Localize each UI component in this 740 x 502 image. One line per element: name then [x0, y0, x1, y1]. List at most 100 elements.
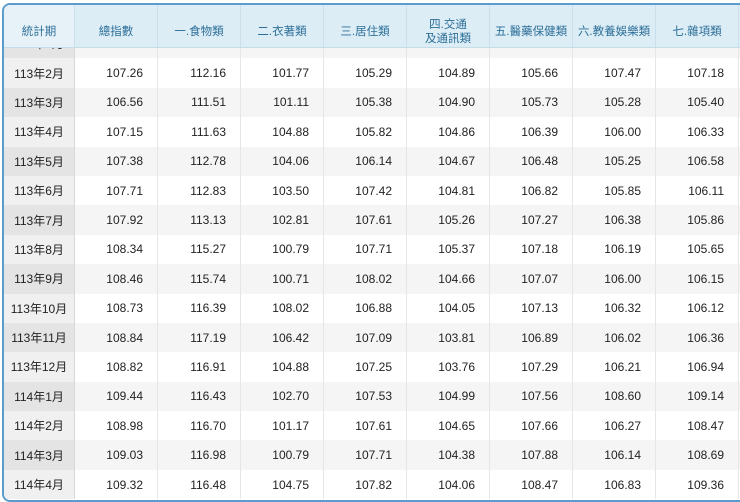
value-cell: 106.33 — [656, 117, 739, 147]
value-cell: 113.13 — [158, 205, 241, 235]
value-cell: 104.89 — [407, 58, 490, 88]
value-cell: 105.37 — [407, 234, 490, 265]
value-cell: 111.63 — [158, 117, 241, 147]
value-cell: 108.02 — [324, 264, 407, 294]
value-cell: 107.71 — [75, 175, 158, 206]
value-cell: 107.88 — [490, 440, 573, 470]
value-cell: 105.66 — [490, 58, 573, 88]
period-cell: 113年4月 — [4, 117, 75, 147]
column-header[interactable]: 一.食物類 — [158, 5, 241, 47]
table-row: 113年4月 107.15 111.63 104.88 105.82 104.86 106.… — [4, 117, 740, 147]
value-cell: 104.86 — [407, 117, 490, 147]
value-cell: 101.11 — [241, 87, 324, 118]
value-cell: 115.27 — [158, 234, 241, 265]
column-header[interactable]: 三.居住類 — [324, 5, 407, 47]
value-cell: 106.83 — [573, 469, 656, 500]
period-cell: 113年11月 — [4, 322, 75, 353]
value-cell: 105.38 — [324, 87, 407, 118]
value-cell: 107.29 — [490, 352, 573, 382]
value-cell: 100.79 — [241, 440, 324, 470]
value-cell: 105.85 — [573, 175, 656, 206]
value-cell: 109.32 — [75, 469, 158, 500]
value-cell: 112.78 — [158, 146, 241, 176]
value-cell: 106.88 — [324, 293, 407, 323]
value-cell: 104.99 — [407, 381, 490, 412]
period-cell: 113年6月 — [4, 175, 75, 206]
table-row: 114年1月 109.44 116.43 102.70 107.53 104.99 107.… — [4, 381, 740, 412]
column-header[interactable]: 七.雜項類 — [656, 5, 739, 47]
value-cell: 106.89 — [490, 322, 573, 353]
table-row: 113年5月 107.38 112.78 104.06 106.14 104.67 106.… — [4, 146, 740, 176]
table-row: 114年2月 108.98 116.70 101.17 107.61 104.65 107.… — [4, 411, 740, 441]
column-header[interactable]: 四.交通 及通訊類 — [407, 5, 490, 47]
table-row: 113年6月 107.71 112.83 103.50 107.42 104.81 106.… — [4, 175, 740, 206]
value-cell: 106.39 — [490, 117, 573, 147]
value-cell: 106.48 — [490, 146, 573, 176]
value-cell: 101.17 — [241, 411, 324, 441]
value-cell: 107.27 — [490, 205, 573, 235]
table-body[interactable]: 113年1月106.99112.24105.55105.05104.45105.… — [4, 29, 740, 500]
value-cell: 107.53 — [324, 381, 407, 412]
value-cell: 108.82 — [75, 352, 158, 382]
value-cell: 109.36 — [656, 469, 739, 500]
value-cell: 115.74 — [158, 264, 241, 294]
period-cell: 113年8月 — [4, 234, 75, 265]
value-cell: 109.14 — [656, 381, 739, 412]
value-cell: 107.42 — [324, 175, 407, 206]
value-cell: 106.94 — [656, 352, 739, 382]
value-cell: 112.83 — [158, 175, 241, 206]
value-cell: 104.06 — [407, 469, 490, 500]
value-cell: 106.32 — [573, 293, 656, 323]
value-cell: 105.25 — [573, 146, 656, 176]
value-cell: 106.38 — [573, 205, 656, 235]
value-cell: 104.38 — [407, 440, 490, 470]
value-cell: 104.90 — [407, 87, 490, 118]
column-header[interactable]: 總指數 — [75, 5, 158, 47]
value-cell: 104.65 — [407, 411, 490, 441]
value-cell: 109.03 — [75, 440, 158, 470]
value-cell: 105.28 — [573, 87, 656, 118]
value-cell: 108.73 — [75, 293, 158, 323]
value-cell: 105.29 — [324, 58, 407, 88]
value-cell: 104.05 — [407, 293, 490, 323]
value-cell: 103.50 — [241, 175, 324, 206]
value-cell: 112.16 — [158, 58, 241, 88]
value-cell: 106.56 — [75, 87, 158, 118]
value-cell: 107.47 — [573, 58, 656, 88]
value-cell: 105.26 — [407, 205, 490, 235]
value-cell: 116.91 — [158, 352, 241, 382]
value-cell: 102.81 — [241, 205, 324, 235]
value-cell: 106.00 — [573, 117, 656, 147]
column-header[interactable]: 五.醫藥保健類 — [490, 5, 573, 47]
value-cell: 107.26 — [75, 58, 158, 88]
value-cell: 105.40 — [656, 87, 739, 118]
table-row: 113年10月 108.73 116.39 108.02 106.88 104.05 107… — [4, 293, 740, 323]
value-cell: 105.65 — [656, 234, 739, 265]
value-cell: 107.09 — [324, 322, 407, 353]
column-header[interactable]: 二.衣著類 — [241, 5, 324, 47]
table-row: 113年12月 108.82 116.91 104.88 107.25 103.76 107… — [4, 352, 740, 382]
value-cell: 116.43 — [158, 381, 241, 412]
column-header[interactable]: 統計期 — [4, 5, 75, 47]
value-cell: 108.47 — [490, 469, 573, 500]
value-cell: 106.27 — [573, 411, 656, 441]
value-cell: 116.39 — [158, 293, 241, 323]
table-row: 113年8月 108.34 115.27 100.79 107.71 105.37 107.… — [4, 234, 740, 265]
value-cell: 106.12 — [656, 293, 739, 323]
value-cell: 108.84 — [75, 322, 158, 353]
value-cell: 101.77 — [241, 58, 324, 88]
table-row: 113年9月 108.46 115.74 100.71 108.02 104.66 107.… — [4, 264, 740, 294]
value-cell: 107.25 — [324, 352, 407, 382]
value-cell: 107.61 — [324, 411, 407, 441]
value-cell: 109.44 — [75, 381, 158, 412]
value-cell: 105.73 — [490, 87, 573, 118]
value-cell: 107.66 — [490, 411, 573, 441]
value-cell: 107.71 — [324, 440, 407, 470]
value-cell: 107.18 — [490, 234, 573, 265]
column-header[interactable]: 六.教養娛樂類 — [573, 5, 656, 47]
value-cell: 104.66 — [407, 264, 490, 294]
value-cell: 104.88 — [241, 352, 324, 382]
value-cell: 106.21 — [573, 352, 656, 382]
value-cell: 107.82 — [324, 469, 407, 500]
period-cell: 113年12月 — [4, 352, 75, 382]
